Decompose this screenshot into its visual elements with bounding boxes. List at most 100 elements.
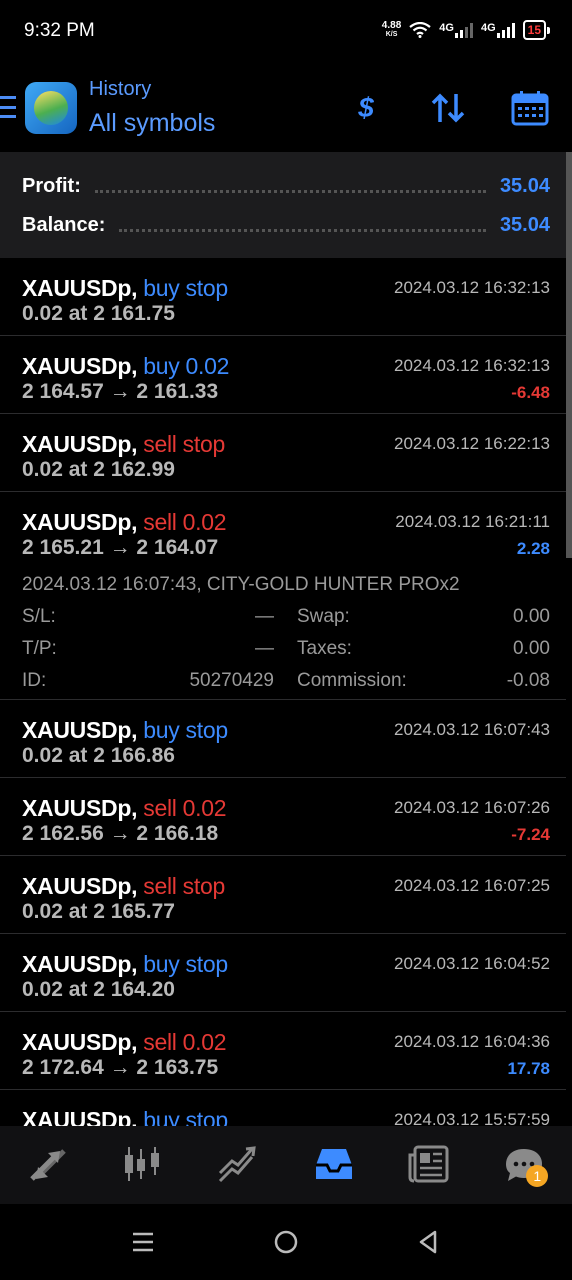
status-icons: 4.88 K/S 4G 4G 15 (382, 20, 550, 40)
sl-value: — (255, 606, 274, 627)
tp-label: T/P: (22, 638, 57, 659)
deal-row[interactable]: XAUUSDp, buy stop 0.02 at 2 164.20 2024.… (0, 934, 566, 1012)
deal-symbol: XAUUSDp, (22, 509, 138, 535)
chart-icon (124, 1147, 159, 1181)
commission-label: Commission: (297, 670, 407, 691)
deal-action: sell 0.02 (143, 509, 227, 535)
scrollbar[interactable] (566, 152, 572, 558)
wifi-icon (409, 22, 431, 38)
deal-datetime: 2024.03.12 16:04:36 (394, 1032, 550, 1051)
home-button[interactable] (266, 1224, 306, 1260)
deal-datetime: 2024.03.12 16:22:13 (394, 434, 550, 453)
deal-row[interactable]: XAUUSDp, sell stop 0.02 at 2 165.77 2024… (0, 856, 566, 934)
speed-unit: K/S (385, 31, 398, 38)
deal-datetime: 2024.03.12 16:32:13 (394, 356, 550, 375)
nav-chart[interactable] (113, 1135, 173, 1195)
deal-action: buy 0.02 (143, 353, 230, 379)
deal-action: sell 0.02 (143, 1029, 227, 1055)
taxes-label: Taxes: (297, 638, 352, 659)
deal-detail: 2 165.21 → 2 164.07 (22, 536, 219, 559)
app-logo[interactable] (25, 82, 77, 134)
deal-symbol: XAUUSDp, (22, 431, 138, 457)
sl-label: S/L: (22, 606, 56, 627)
deal-detail: 2 164.57 → 2 161.33 (22, 380, 219, 403)
account-summary: Profit: 35.04 Balance: 35.04 (0, 152, 566, 258)
network-type-1: 4G (439, 22, 454, 34)
deal-detail: 0.02 at 2 162.99 (22, 458, 175, 481)
deal-symbol: XAUUSDp, (22, 795, 138, 821)
menu-icon[interactable] (0, 96, 16, 118)
signal-2: 4G (481, 22, 515, 38)
deal-action: sell stop (143, 873, 225, 899)
deal-action: sell 0.02 (143, 795, 227, 821)
page-title: History (89, 78, 152, 100)
recent-apps-button[interactable] (123, 1224, 163, 1260)
deal-detail: 2 172.64 → 2 163.75 (22, 1056, 219, 1079)
profit-row: Profit: 35.04 (22, 174, 550, 198)
back-icon (419, 1230, 437, 1254)
balance-label: Balance: (22, 213, 106, 236)
deal-symbol: XAUUSDp, (22, 717, 138, 743)
news-icon (408, 1145, 449, 1183)
recent-apps-icon (133, 1232, 153, 1252)
deal-symbol: XAUUSDp, (22, 1107, 138, 1126)
nav-quotes[interactable] (18, 1135, 78, 1195)
signal-bars-icon (454, 22, 473, 38)
dollar-icon: $ (358, 92, 374, 123)
deal-row-expanded[interactable]: XAUUSDp, sell 0.02 2 165.21 → 2 164.07 2… (0, 492, 566, 700)
deal-detail: 2 162.56 → 2 166.18 (22, 822, 219, 845)
deal-symbol: XAUUSDp, (22, 353, 138, 379)
deposit-filter-button[interactable]: $ (344, 86, 388, 130)
deal-detail: 0.02 at 2 164.20 (22, 978, 175, 1001)
deal-action: buy stop (143, 717, 228, 743)
nav-news[interactable] (399, 1135, 459, 1195)
deal-detail: 0.02 at 2 166.86 (22, 744, 175, 767)
deal-action: buy stop (143, 275, 228, 301)
profit-label: Profit: (22, 174, 81, 197)
deal-symbol: XAUUSDp, (22, 275, 138, 301)
sort-icon (431, 93, 465, 123)
tp-value: — (255, 638, 274, 659)
speed-value: 4.88 (381, 20, 402, 31)
commission-value: -0.08 (506, 670, 550, 691)
app-header: History All symbols $ (0, 64, 572, 152)
system-nav (0, 1204, 572, 1280)
signal-1: 4G (439, 22, 473, 38)
deal-row[interactable]: XAUUSDp, buy stop 0.02 at 2 161.75 2024.… (0, 258, 566, 336)
nav-chat[interactable]: 1 (494, 1135, 554, 1195)
calendar-button[interactable] (508, 86, 552, 130)
deal-datetime: 2024.03.12 16:21:11 (395, 512, 550, 531)
deal-row[interactable]: XAUUSDp, buy 0.02 2 164.57 → 2 161.33 20… (0, 336, 566, 414)
balance-row: Balance: 35.04 (22, 213, 550, 237)
deal-datetime: 2024.03.12 16:07:25 (394, 876, 550, 895)
history-icon (315, 1149, 352, 1179)
network-type-2: 4G (480, 22, 496, 34)
network-speed: 4.88 K/S (382, 21, 401, 39)
profit-value: 35.04 (499, 174, 550, 197)
battery-icon: 15 (522, 20, 550, 40)
sort-button[interactable] (426, 86, 470, 130)
deal-row[interactable]: XAUUSDp, sell 0.02 2 162.56 → 2 166.18 2… (0, 778, 566, 856)
calendar-icon (511, 91, 549, 126)
deal-profit: 2.28 (516, 539, 550, 558)
swap-value: 0.00 (513, 606, 550, 627)
deal-row[interactable]: XAUUSDp, sell stop 0.02 at 2 162.99 2024… (0, 414, 566, 492)
nav-history[interactable] (304, 1135, 364, 1195)
swap-label: Swap: (297, 606, 350, 627)
nav-trade[interactable] (208, 1135, 268, 1195)
status-bar: 9:32 PM 4.88 K/S 4G 4G 15 (0, 0, 572, 64)
deal-row[interactable]: XAUUSDp, buy stop 0.02 at 2 166.86 2024.… (0, 700, 566, 778)
deal-row[interactable]: XAUUSDp, buy stop 2024.03.12 15:57:59 (0, 1090, 566, 1126)
deal-row[interactable]: XAUUSDp, sell 0.02 2 172.64 → 2 163.75 2… (0, 1012, 566, 1090)
signal-bars-icon (496, 22, 515, 38)
back-button[interactable] (408, 1224, 448, 1260)
symbol-filter[interactable]: All symbols (89, 109, 215, 138)
battery-level: 15 (522, 20, 546, 40)
trade-icon (219, 1146, 257, 1183)
deal-symbol: XAUUSDp, (22, 951, 138, 977)
history-list[interactable]: XAUUSDp, buy stop 0.02 at 2 161.75 2024.… (0, 258, 566, 1126)
deal-symbol: XAUUSDp, (22, 1029, 138, 1055)
deal-action: sell stop (143, 431, 225, 457)
id-label: ID: (22, 670, 47, 691)
deal-datetime: 2024.03.12 16:07:26 (394, 798, 550, 817)
